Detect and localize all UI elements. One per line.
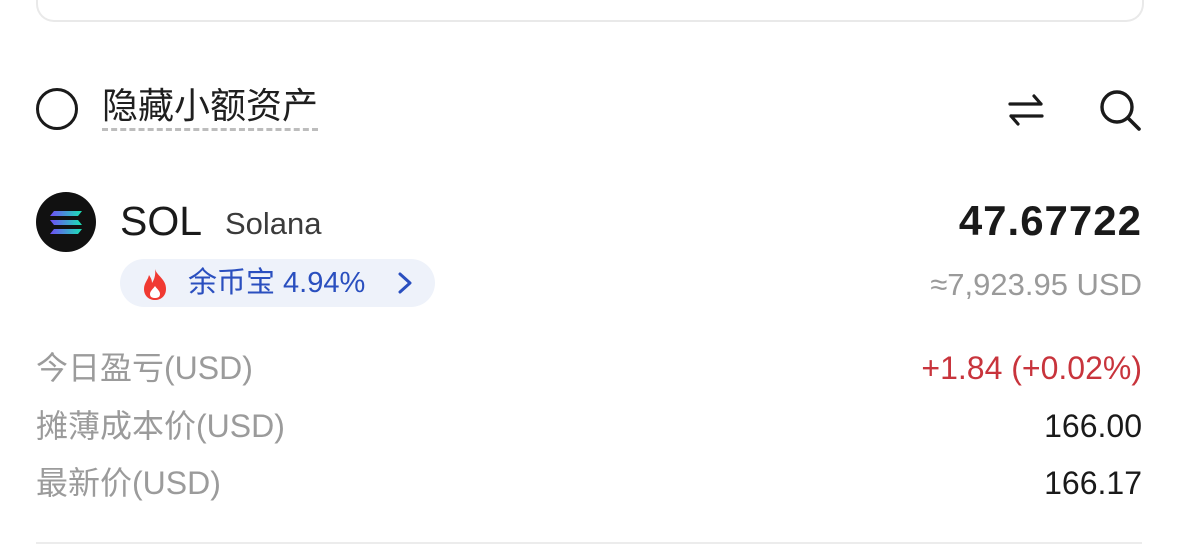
divider xyxy=(36,542,1142,544)
today-pnl-label: 今日盈亏(USD) xyxy=(36,350,253,386)
previous-card xyxy=(36,0,1144,22)
sort-arrows-icon[interactable] xyxy=(1006,90,1046,130)
search-icon[interactable] xyxy=(1098,88,1142,132)
avg-cost-value: 166.00 xyxy=(1044,408,1142,444)
avg-cost-label: 摊薄成本价(USD) xyxy=(36,408,285,444)
hide-small-assets-label[interactable]: 隐藏小额资产 xyxy=(102,86,319,131)
asset-symbol: SOL xyxy=(120,198,203,244)
earn-product-label: 余币宝 4.94% xyxy=(188,267,366,299)
hide-small-assets-radio[interactable] xyxy=(36,88,78,130)
last-price-label: 最新价(USD) xyxy=(36,465,221,501)
asset-name: Solana xyxy=(225,206,322,241)
today-pnl-value: +1.84 (+0.02%) xyxy=(921,350,1142,386)
asset-usd-value: ≈7,923.95 USD xyxy=(930,267,1142,302)
last-price-value: 166.17 xyxy=(1044,465,1142,501)
asset-filter-row: 隐藏小额资产 xyxy=(36,84,1142,134)
solana-logo-icon xyxy=(36,192,96,252)
asset-amount: 47.67722 xyxy=(958,197,1142,244)
chevron-right-icon xyxy=(398,272,412,294)
fire-icon xyxy=(144,269,166,300)
earn-product-pill[interactable]: 余币宝 4.94% xyxy=(120,259,435,307)
